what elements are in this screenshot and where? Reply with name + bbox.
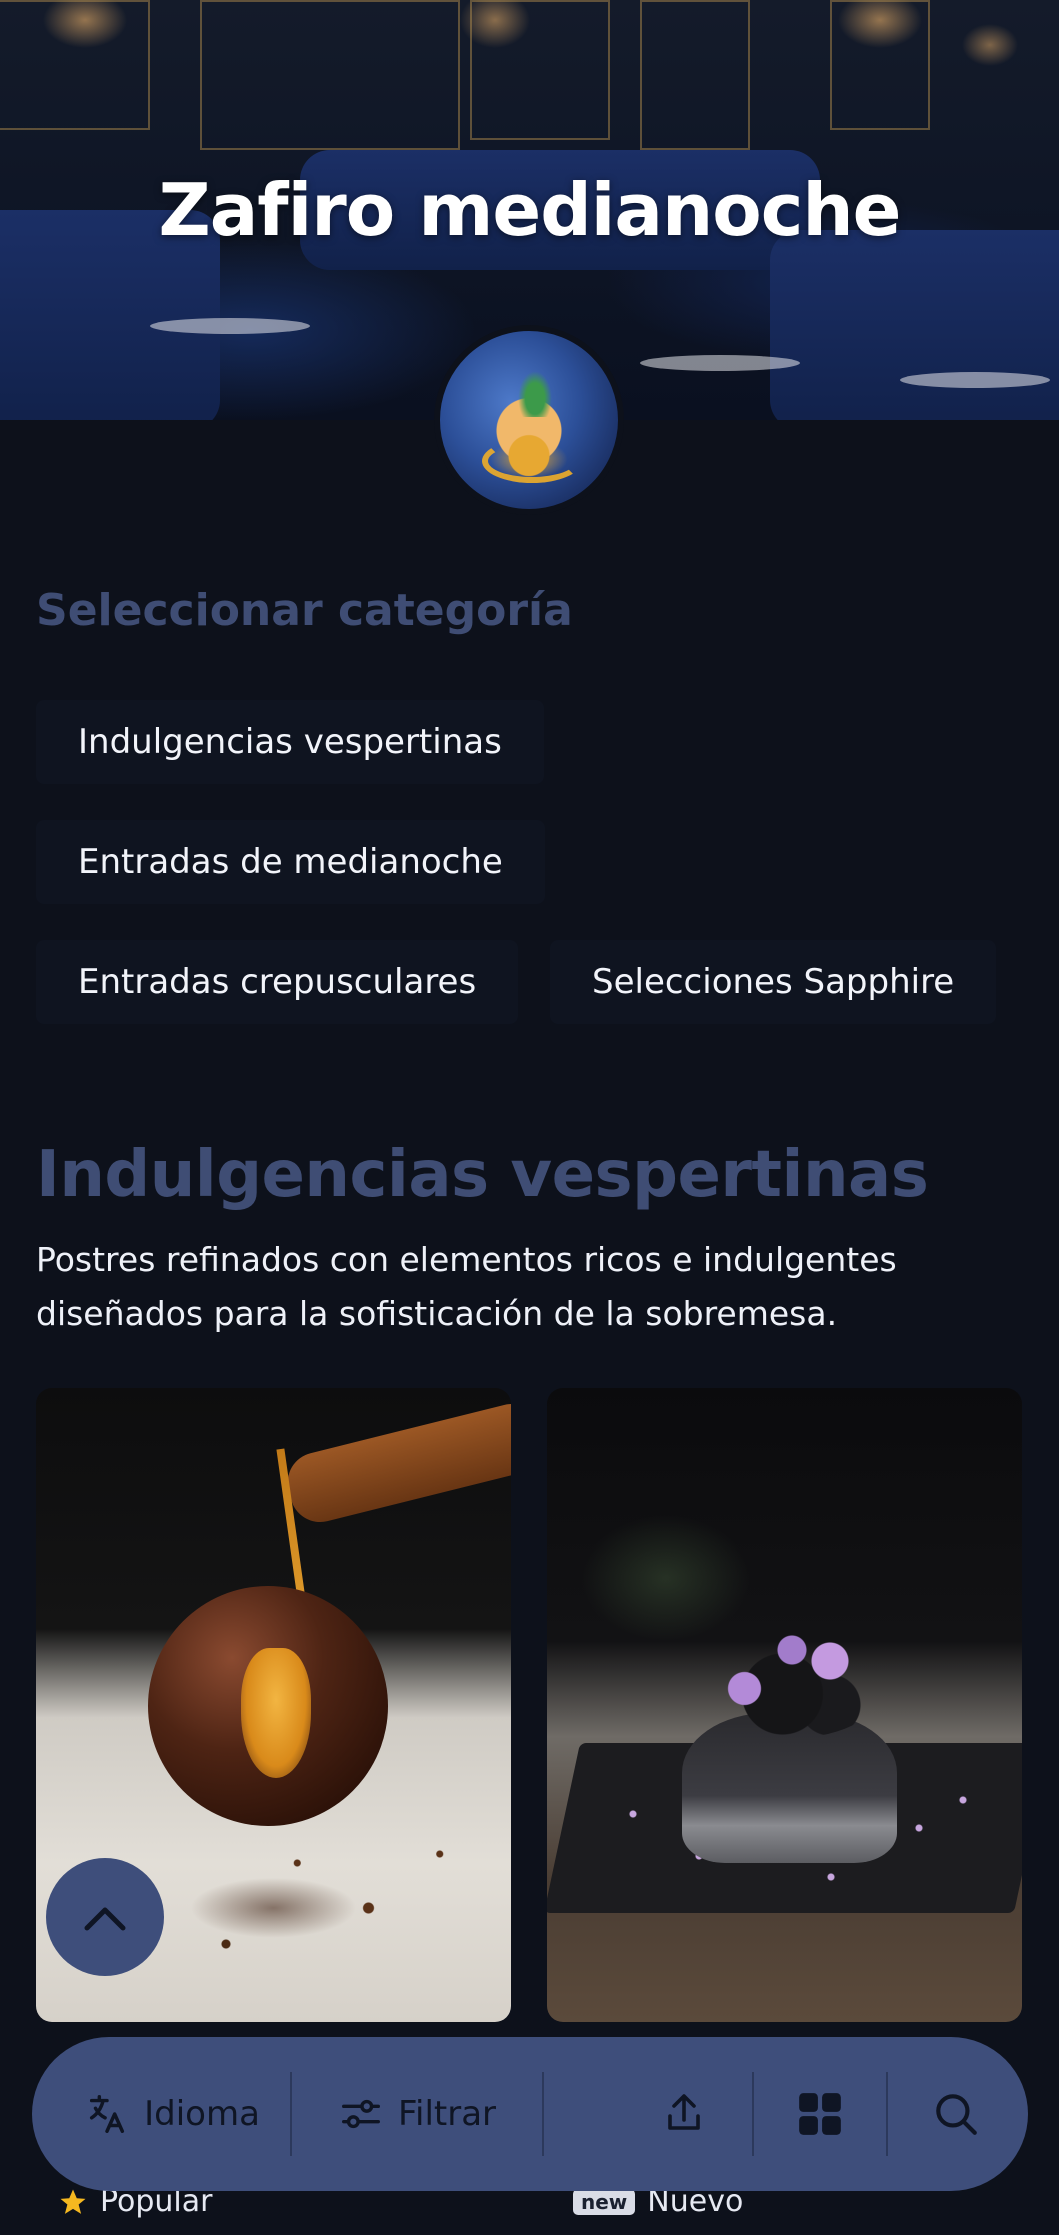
dish-card[interactable]: [547, 1388, 1022, 2022]
language-label: Idioma: [144, 2094, 260, 2134]
category-chip-entradas-medianoche[interactable]: Entradas de medianoche: [36, 820, 545, 904]
booth: [770, 230, 1059, 420]
section-title: Indulgencias vespertinas: [36, 1138, 929, 1212]
search-button[interactable]: [888, 2037, 1024, 2191]
translate-icon: [90, 2095, 125, 2133]
new-badge: new: [573, 2188, 636, 2215]
share-icon: [668, 2094, 700, 2130]
category-chip-indulgencias[interactable]: Indulgencias vespertinas: [36, 700, 544, 784]
section-description: Postres refinados con elementos ricos e …: [36, 1240, 897, 1333]
category-heading: Seleccionar categoría: [36, 585, 573, 636]
restaurant-title: Zafiro medianoche: [158, 168, 902, 252]
bottom-toolbar: Idioma Filtrar: [32, 2037, 1028, 2191]
category-chip-selecciones-sapphire[interactable]: Selecciones Sapphire: [550, 940, 997, 1024]
chevron-up-icon: [84, 1907, 126, 1931]
wall-panel: [830, 0, 930, 130]
star-icon: [60, 2189, 86, 2214]
restaurant-logo: [434, 325, 624, 515]
filter-label: Filtrar: [397, 2094, 497, 2134]
wall-panel: [470, 0, 610, 140]
search-icon: [936, 2094, 977, 2135]
table: [900, 372, 1050, 388]
language-button[interactable]: Idioma: [32, 2037, 290, 2191]
share-button[interactable]: [544, 2037, 752, 2191]
scroll-top-button[interactable]: [46, 1858, 164, 1976]
grid-icon: [799, 2093, 841, 2135]
wall-panel: [0, 0, 150, 130]
wall-panel: [640, 0, 750, 150]
wall-panel: [200, 0, 460, 150]
filter-button[interactable]: Filtrar: [292, 2037, 542, 2191]
table: [640, 355, 800, 371]
grid-view-button[interactable]: [754, 2037, 886, 2191]
table: [150, 318, 310, 334]
category-chip-entradas-crepusculares[interactable]: Entradas crepusculares: [36, 940, 519, 1024]
sliders-icon: [341, 2099, 380, 2129]
